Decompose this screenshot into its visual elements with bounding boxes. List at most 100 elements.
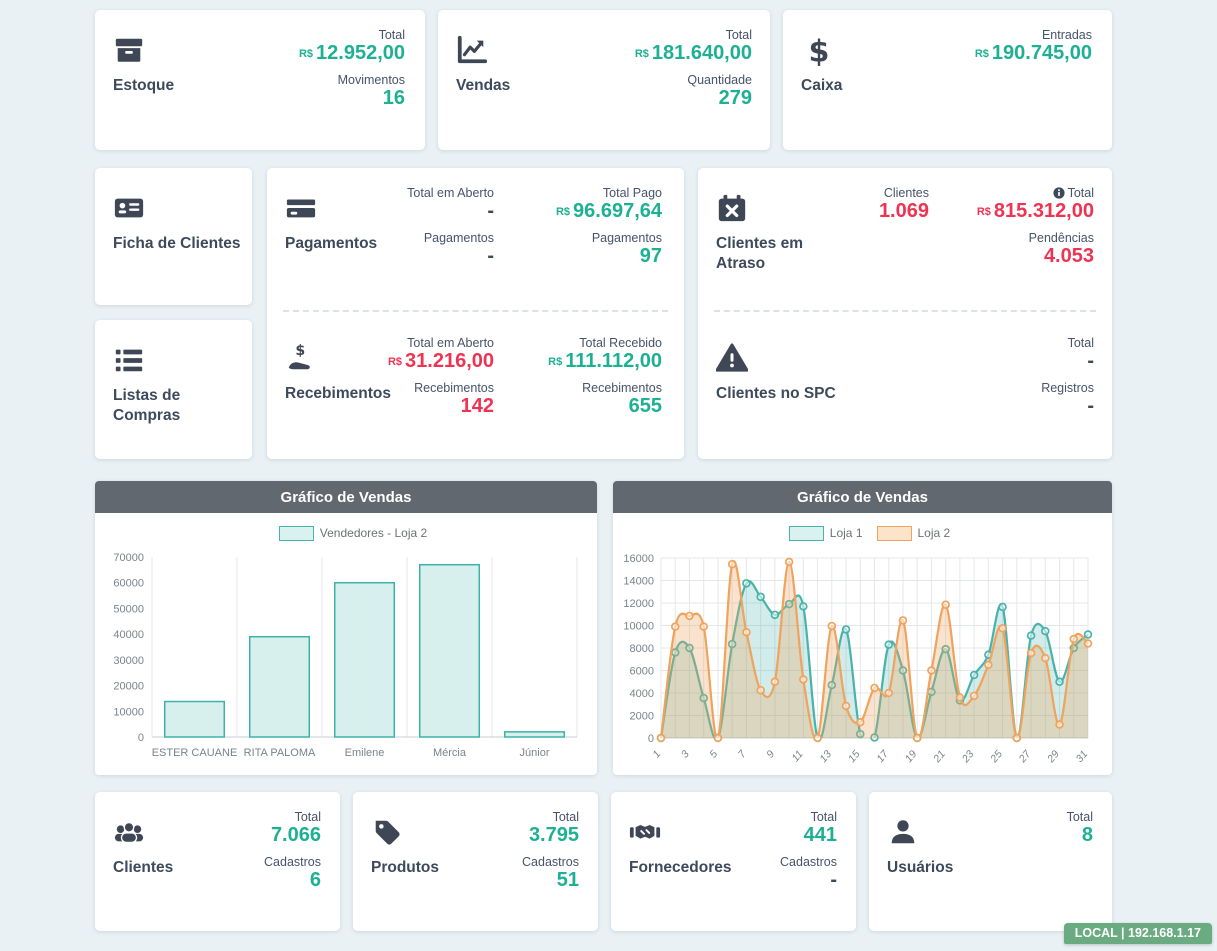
stat-label: Entradas <box>975 28 1092 42</box>
stat: Total Pago R$96.697,64 <box>556 186 662 222</box>
calendar-xmark-icon <box>716 192 748 224</box>
sales-line-chart-card: Gráfico de Vendas Loja 1 Loja 2 02000400… <box>613 481 1112 775</box>
warning-triangle-icon <box>716 342 748 374</box>
card-pagamentos-recebimentos[interactable]: Pagamentos Total em Aberto - Pagamentos … <box>267 168 684 459</box>
stat: Total em Aberto R$31.216,00 <box>388 336 494 372</box>
stat-label: Pagamentos <box>407 231 494 245</box>
svg-text:$: $ <box>295 343 305 359</box>
svg-text:19: 19 <box>903 748 920 765</box>
section-pagamentos: Pagamentos Total em Aberto - Pagamentos … <box>267 168 684 310</box>
svg-text:3: 3 <box>679 748 692 760</box>
stat: Total - <box>1041 336 1094 372</box>
card-vendas[interactable]: Vendas Total R$181.640,00 Quantidade 279 <box>438 10 770 150</box>
svg-text:12000: 12000 <box>623 598 654 610</box>
stat: Total R$181.640,00 <box>635 28 752 64</box>
svg-text:$: $ <box>809 34 830 66</box>
stat-value: - <box>407 245 494 267</box>
stat: Total 8 <box>1067 810 1093 846</box>
svg-text:31: 31 <box>1074 748 1091 765</box>
card-ficha-clientes[interactable]: Ficha de Clientes <box>95 168 252 305</box>
list-icon <box>113 344 145 376</box>
stat: Total R$815.312,00 <box>977 186 1094 222</box>
card-title: Pagamentos <box>285 234 377 254</box>
svg-text:11: 11 <box>789 748 805 764</box>
section-recebimentos: $ Recebimentos Total em Aberto R$31.216,… <box>267 318 684 460</box>
stat-label: Total <box>635 28 752 42</box>
sales-bar-chart-card: Gráfico de Vendas Vendedores - Loja 2 01… <box>95 481 597 775</box>
info-icon <box>1053 187 1065 199</box>
stat-value: R$181.640,00 <box>635 42 752 64</box>
card-clientes[interactable]: Clientes Total 7.066 Cadastros 6 <box>95 792 340 931</box>
stat: Recebimentos 142 <box>388 381 494 417</box>
stat-label: Total <box>1041 336 1094 350</box>
legend-swatch-loja2 <box>877 526 912 541</box>
stat-value: 16 <box>299 87 405 109</box>
svg-text:13: 13 <box>817 748 834 765</box>
stat-label: Total <box>299 28 405 42</box>
stat-label: Pendências <box>977 231 1094 245</box>
svg-text:27: 27 <box>1016 747 1034 765</box>
stat-label: Total <box>977 186 1094 200</box>
svg-text:40000: 40000 <box>113 629 144 641</box>
dollar-sign-icon: $ <box>801 34 833 66</box>
stat-label: Total Recebido <box>548 336 662 350</box>
card-title: Recebimentos <box>285 384 391 404</box>
stat-label: Recebimentos <box>548 381 662 395</box>
svg-text:9: 9 <box>764 748 777 760</box>
stat-label: Quantidade <box>635 73 752 87</box>
svg-text:16000: 16000 <box>623 553 654 565</box>
stat-value: R$815.312,00 <box>977 200 1094 222</box>
card-title: Clientes no SPC <box>716 384 836 404</box>
svg-text:Emilene: Emilene <box>345 747 385 759</box>
stat-value: - <box>1041 395 1094 417</box>
svg-text:70000: 70000 <box>113 552 144 564</box>
section-clientes-atraso: Clientes em Atraso Clientes 1.069 Total … <box>698 168 1112 310</box>
stat: Recebimentos 655 <box>548 381 662 417</box>
stat-label: Total em Aberto <box>407 186 494 200</box>
card-usuarios[interactable]: Usuários Total 8 <box>869 792 1112 931</box>
stat-label: Total <box>1067 810 1093 824</box>
stat-label: Cadastros <box>780 855 837 869</box>
stat: Clientes 1.069 <box>879 186 929 222</box>
user-icon <box>887 816 919 848</box>
svg-text:25: 25 <box>988 748 1005 766</box>
stat: Movimentos 16 <box>299 73 405 109</box>
card-estoque[interactable]: Estoque Total R$12.952,00 Movimentos 16 <box>95 10 425 150</box>
stat: Quantidade 279 <box>635 73 752 109</box>
stat-value: - <box>1041 350 1094 372</box>
stat-value: 279 <box>635 87 752 109</box>
stat: Pagamentos 97 <box>556 231 662 267</box>
stat: Total 441 <box>780 810 837 846</box>
stat: Cadastros - <box>780 855 837 891</box>
svg-text:6000: 6000 <box>630 666 654 678</box>
card-title: Ficha de Clientes <box>113 234 240 254</box>
card-caixa[interactable]: $ Caixa Entradas R$190.745,00 <box>783 10 1112 150</box>
stat: Cadastros 51 <box>522 855 579 891</box>
handshake-icon <box>629 816 661 848</box>
card-title: Listas de Compras <box>113 386 223 426</box>
stat-label: Cadastros <box>522 855 579 869</box>
stat-value: R$31.216,00 <box>388 350 494 372</box>
svg-text:RITA PALOMA: RITA PALOMA <box>244 747 316 759</box>
id-card-icon <box>113 192 145 224</box>
chart-line-icon <box>456 34 488 66</box>
stat-label: Pagamentos <box>556 231 662 245</box>
stat-value: R$96.697,64 <box>556 200 662 222</box>
stat: Registros - <box>1041 381 1094 417</box>
stat-value: 7.066 <box>264 824 321 846</box>
svg-text:10000: 10000 <box>113 706 144 718</box>
stat-value: 97 <box>556 245 662 267</box>
svg-text:2000: 2000 <box>630 711 654 723</box>
card-atraso-spc[interactable]: Clientes em Atraso Clientes 1.069 Total … <box>698 168 1112 459</box>
svg-text:30000: 30000 <box>113 655 144 667</box>
stat-value: 51 <box>522 869 579 891</box>
card-produtos[interactable]: Produtos Total 3.795 Cadastros 51 <box>353 792 598 931</box>
card-title: Fornecedores <box>629 858 732 878</box>
card-listas-compras[interactable]: Listas de Compras <box>95 320 252 459</box>
svg-text:20000: 20000 <box>113 681 144 693</box>
svg-text:ESTER CAUANE: ESTER CAUANE <box>152 747 238 759</box>
card-fornecedores[interactable]: Fornecedores Total 441 Cadastros - <box>611 792 856 931</box>
stat-value: 8 <box>1067 824 1093 846</box>
section-clientes-spc: Clientes no SPC Total - Registros - <box>698 318 1112 460</box>
stat: Pendências 4.053 <box>977 231 1094 267</box>
